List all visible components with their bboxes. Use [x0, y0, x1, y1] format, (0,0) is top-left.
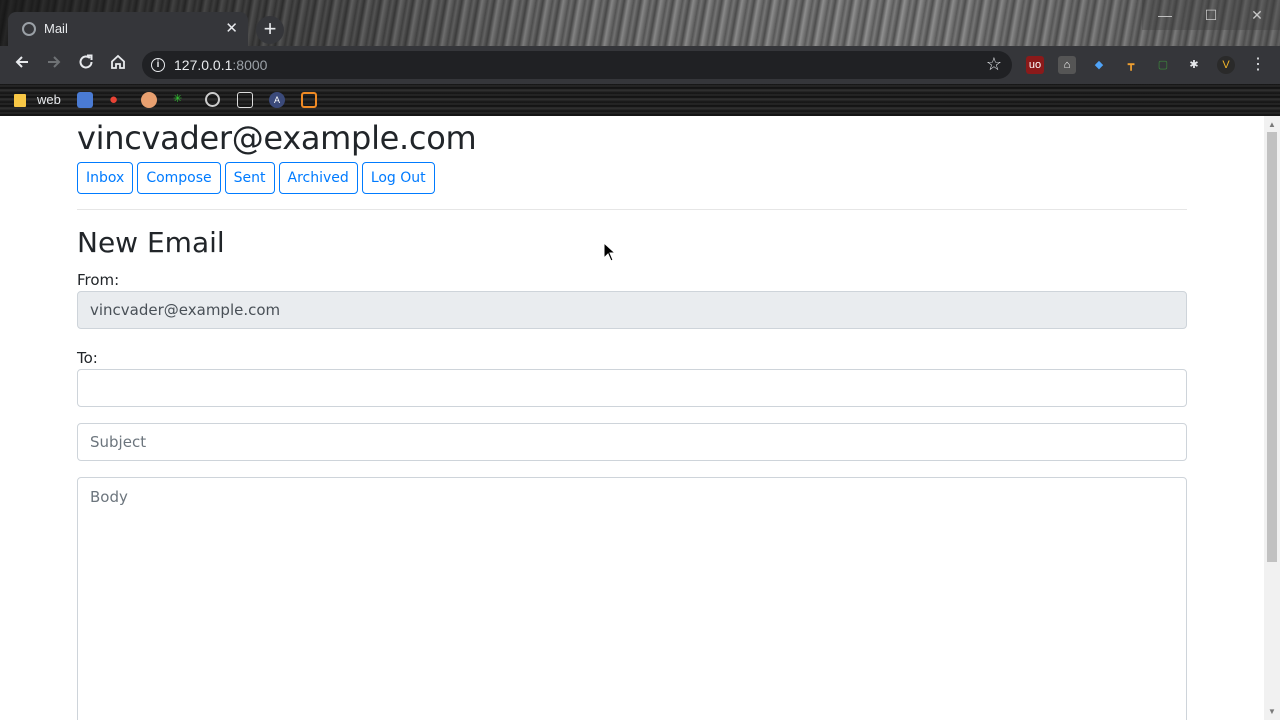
browser-toolbar: i 127.0.0.1:8000 ☆ uo ⌂ ◆ ┳ ▢ ✱ V ⋮ — [0, 46, 1280, 84]
url-port: :8000 — [232, 57, 268, 73]
extension-screen-icon[interactable]: ▢ — [1154, 56, 1172, 74]
new-tab-button[interactable]: + — [256, 16, 284, 44]
bookmark-avatar-icon[interactable] — [141, 92, 157, 108]
bookmark-folder-web[interactable]: web — [37, 92, 61, 110]
scroll-thumb[interactable] — [1267, 132, 1277, 562]
bookmark-box-icon[interactable] — [237, 92, 253, 108]
archived-button[interactable]: Archived — [278, 162, 358, 194]
extension-gem-icon[interactable]: ◆ — [1090, 56, 1108, 74]
maximize-button[interactable]: ☐ — [1188, 0, 1234, 30]
home-icon[interactable] — [106, 53, 130, 77]
scroll-down-arrow-icon[interactable]: ▼ — [1268, 707, 1276, 716]
folder-icon — [14, 94, 26, 107]
browser-chrome: Mail ✕ + — ☐ ✕ i 127.0.0.1:8000 ☆ uo ⌂ ◆ — [0, 0, 1280, 116]
bookmark-orange-icon[interactable] — [301, 92, 317, 108]
browser-tab[interactable]: Mail ✕ — [8, 12, 248, 46]
from-label: From: — [77, 271, 120, 289]
page-viewport: vincvader@example.com Inbox Compose Sent… — [0, 116, 1264, 720]
inbox-button[interactable]: Inbox — [77, 162, 134, 194]
extension-icon[interactable]: ⌂ — [1058, 56, 1076, 74]
close-window-button[interactable]: ✕ — [1234, 0, 1280, 30]
tab-strip: Mail ✕ + — ☐ ✕ — [0, 0, 1280, 46]
bookmark-translate-icon[interactable] — [77, 92, 93, 108]
window-controls: — ☐ ✕ — [1142, 0, 1280, 30]
subject-input[interactable] — [77, 423, 1187, 461]
bookmark-angular-icon[interactable]: A — [269, 92, 285, 108]
bookmarks-bar: web ● ✳ A — [0, 84, 1280, 116]
divider — [77, 209, 1187, 210]
extension-v-icon[interactable]: V — [1217, 56, 1235, 74]
body-textarea[interactable] — [77, 477, 1187, 720]
scroll-up-arrow-icon[interactable]: ▲ — [1268, 120, 1276, 129]
kebab-menu-icon[interactable]: ⋮ — [1249, 56, 1267, 74]
user-email-heading: vincvader@example.com — [77, 119, 477, 157]
to-label: To: — [77, 349, 98, 367]
compose-title: New Email — [77, 226, 225, 259]
logout-button[interactable]: Log Out — [361, 162, 435, 194]
minimize-button[interactable]: — — [1142, 0, 1188, 30]
reload-icon[interactable] — [74, 53, 98, 77]
tab-close-icon[interactable]: ✕ — [225, 19, 238, 37]
url-host: 127.0.0.1 — [174, 57, 233, 73]
ublock-extension-icon[interactable]: uo — [1026, 56, 1044, 74]
info-icon[interactable]: i — [151, 58, 165, 72]
tab-title: Mail — [44, 21, 68, 36]
to-field[interactable] — [77, 369, 1187, 407]
arrow-left-icon[interactable] — [10, 53, 34, 77]
loading-favicon-icon — [22, 22, 36, 36]
star-icon[interactable]: ☆ — [986, 54, 1002, 75]
puzzle-icon[interactable]: ✱ — [1185, 56, 1203, 74]
page-scrollbar[interactable]: ▲ ▼ — [1264, 116, 1280, 720]
bookmark-maps-icon[interactable]: ● — [109, 92, 125, 108]
mail-nav: Inbox Compose Sent Archived Log Out — [77, 162, 435, 194]
from-field — [77, 291, 1187, 329]
bookmark-circle-icon[interactable] — [205, 92, 220, 107]
arrow-right-icon[interactable] — [42, 53, 66, 77]
sent-button[interactable]: Sent — [224, 162, 275, 194]
compose-button[interactable]: Compose — [137, 162, 221, 194]
bookmark-extension-icon[interactable]: ✳ — [173, 92, 189, 108]
extension-tool-icon[interactable]: ┳ — [1122, 56, 1140, 74]
address-bar[interactable]: i 127.0.0.1:8000 ☆ — [142, 51, 1012, 79]
url-text[interactable]: 127.0.0.1:8000 — [174, 57, 267, 73]
